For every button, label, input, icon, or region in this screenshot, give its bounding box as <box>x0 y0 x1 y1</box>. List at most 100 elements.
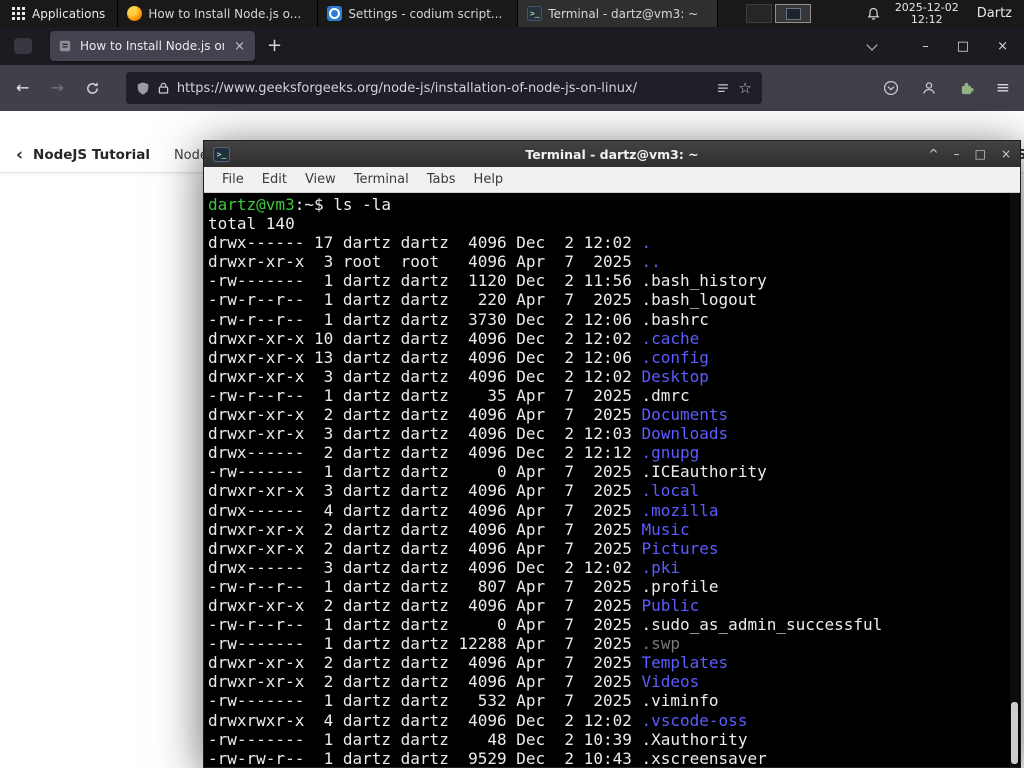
file-name: Music <box>641 519 690 539</box>
prompt-user-host: dartz@vm3 <box>208 195 295 214</box>
bookmark-star-icon[interactable]: ☆ <box>738 80 751 96</box>
close-button[interactable]: × <box>1001 148 1011 160</box>
task-label: Terminal - dartz@vm3: ~ <box>548 6 699 21</box>
applications-menu-button[interactable]: Applications <box>0 0 117 27</box>
terminal-menu-item[interactable]: Help <box>465 172 513 187</box>
terminal-line: drwxr-xr-x 3 dartz dartz 4096 Dec 2 12:0… <box>208 424 1020 443</box>
terminal-line: -rw------- 1 dartz dartz 0 Apr 7 2025 .I… <box>208 462 1020 481</box>
terminal-window: Terminal - dartz@vm3: ~ ^ – □ × File Edi… <box>203 140 1021 768</box>
close-button[interactable]: × <box>997 40 1008 53</box>
reload-icon <box>86 81 98 94</box>
task-button[interactable]: How to Install Node.js o... <box>118 0 319 27</box>
terminal-line: drwxr-xr-x 2 dartz dartz 4096 Apr 7 2025… <box>208 672 1020 691</box>
list-all-tabs-icon[interactable] <box>866 38 878 51</box>
task-icon <box>527 6 543 21</box>
hamburger-menu-icon[interactable]: ≡ <box>996 79 1010 97</box>
file-name: .xscreensaver <box>641 748 767 767</box>
url-input[interactable] <box>176 80 709 96</box>
file-name: .viminfo <box>641 691 719 711</box>
file-name: Templates <box>641 653 729 673</box>
terminal-output[interactable]: dartz@vm3:~$ ls -la total 140 drwx------… <box>204 193 1020 767</box>
file-name: .pki <box>641 557 681 577</box>
firefox-view-icon[interactable] <box>14 38 32 54</box>
file-name: Documents <box>641 405 729 425</box>
file-name: .vscode-oss <box>641 710 748 730</box>
file-name: .ICEauthority <box>641 462 767 482</box>
tab-favicon <box>59 40 71 52</box>
terminal-line: -rw-r--r-- 1 dartz dartz 35 Apr 7 2025 .… <box>208 386 1020 405</box>
browser-tab-bar: How to Install Node.js on × + – □ × <box>0 27 1024 65</box>
minimize-button[interactable]: – <box>954 148 960 160</box>
file-name: .config <box>641 347 709 367</box>
file-name: .mozilla <box>641 500 719 520</box>
back-button[interactable]: ← <box>16 80 29 96</box>
file-meta: -rw-r--r-- 1 dartz dartz 35 Apr 7 2025 <box>208 385 642 405</box>
terminal-menu-item[interactable]: View <box>296 172 345 187</box>
terminal-menu-item[interactable]: Terminal <box>345 172 418 187</box>
file-meta: drwxr-xr-x 3 dartz dartz 4096 Dec 2 12:0… <box>208 424 642 444</box>
window-task-list: How to Install Node.js o... Settings - c… <box>117 0 719 27</box>
file-meta: -rw-r--r-- 1 dartz dartz 807 Apr 7 2025 <box>208 576 642 596</box>
terminal-scrollbar[interactable] <box>1010 193 1019 767</box>
new-tab-button[interactable]: + <box>267 37 282 55</box>
notifications-button[interactable] <box>866 6 881 22</box>
extensions-puzzle-icon[interactable] <box>959 81 974 96</box>
clock-time: 12:12 <box>910 12 943 26</box>
subnav-item-nodejs-tutorial[interactable]: NodeJS Tutorial <box>33 147 150 163</box>
file-meta: drwx------ 4 dartz dartz 4096 Apr 7 2025 <box>208 500 642 520</box>
clock[interactable]: 2025-12-02 12:12 <box>895 1 959 26</box>
maximize-button[interactable]: □ <box>975 148 986 160</box>
lock-icon[interactable] <box>158 81 169 95</box>
terminal-line: -rw-r--r-- 1 dartz dartz 220 Apr 7 2025 … <box>208 290 1020 309</box>
task-button[interactable]: Settings - codium script... <box>318 0 519 27</box>
reload-button[interactable] <box>85 81 100 96</box>
file-name: . <box>641 233 652 253</box>
terminal-line: drwx------ 4 dartz dartz 4096 Apr 7 2025… <box>208 501 1020 520</box>
workspace-window-thumb <box>785 7 801 20</box>
bell-icon <box>867 7 880 20</box>
subnav-scroll-left-icon[interactable]: ‹ <box>16 145 23 165</box>
file-meta: drwxr-xr-x 2 dartz dartz 4096 Apr 7 2025 <box>208 653 642 673</box>
pocket-icon[interactable] <box>883 80 899 96</box>
tab-close-icon[interactable]: × <box>232 39 247 54</box>
file-name: .bash_history <box>641 271 767 291</box>
terminal-menu-item[interactable]: File <box>213 172 253 187</box>
file-name: .cache <box>641 328 700 348</box>
file-name: .swp <box>641 634 681 654</box>
user-menu[interactable]: Dartz <box>977 6 1012 21</box>
scrollbar-thumb[interactable] <box>1011 702 1018 764</box>
terminal-menu-item[interactable]: Tabs <box>418 172 465 187</box>
terminal-menu-item[interactable]: Edit <box>253 172 296 187</box>
file-name: Pictures <box>641 538 719 558</box>
account-icon[interactable] <box>921 80 937 96</box>
terminal-prompt-line: dartz@vm3:~$ ls -la <box>208 195 1020 214</box>
workspace-2[interactable] <box>775 4 812 23</box>
file-meta: -rw-r--r-- 1 dartz dartz 3730 Dec 2 12:0… <box>208 309 642 329</box>
prompt-command: ls -la <box>333 195 392 214</box>
task-button[interactable]: Terminal - dartz@vm3: ~ <box>518 0 719 27</box>
terminal-line: -rw------- 1 dartz dartz 48 Dec 2 10:39 … <box>208 730 1020 749</box>
terminal-line: drwxr-xr-x 3 root root 4096 Apr 7 2025 .… <box>208 252 1020 271</box>
file-name: .sudo_as_admin_successful <box>641 615 883 635</box>
file-name: .local <box>641 481 700 501</box>
desktop: How to Install Node.js on × + – □ × ← → <box>0 0 1024 768</box>
tracking-shield-icon[interactable] <box>136 81 150 96</box>
file-meta: drwx------ 2 dartz dartz 4096 Dec 2 12:1… <box>208 443 642 463</box>
file-name: .profile <box>641 576 719 596</box>
file-meta: drwxr-xr-x 3 root root 4096 Apr 7 2025 <box>208 252 642 272</box>
terminal-line: drwxr-xr-x 2 dartz dartz 4096 Apr 7 2025… <box>208 405 1020 424</box>
file-name: .gnupg <box>641 443 700 463</box>
forward-button[interactable]: → <box>50 80 63 96</box>
file-meta: drwxrwxr-x 4 dartz dartz 4096 Dec 2 12:0… <box>208 710 642 730</box>
file-name: Public <box>641 595 700 615</box>
workspace-1[interactable] <box>746 4 773 23</box>
terminal-titlebar[interactable]: Terminal - dartz@vm3: ~ ^ – □ × <box>204 141 1020 167</box>
shade-button[interactable]: ^ <box>929 148 939 160</box>
minimize-button[interactable]: – <box>922 40 929 53</box>
url-bar[interactable]: ☆ <box>125 72 762 104</box>
reader-mode-icon[interactable] <box>716 82 730 95</box>
tab-title: How to Install Node.js on <box>80 39 225 53</box>
browser-tab-active[interactable]: How to Install Node.js on × <box>50 31 255 61</box>
file-meta: drwxr-xr-x 2 dartz dartz 4096 Apr 7 2025 <box>208 519 642 539</box>
maximize-button[interactable]: □ <box>957 40 969 53</box>
